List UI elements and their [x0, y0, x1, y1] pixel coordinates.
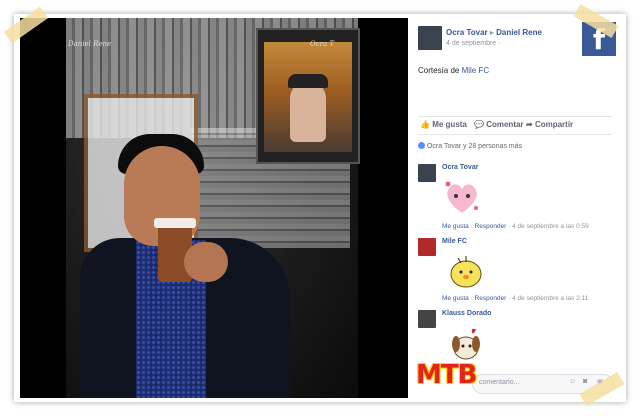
photo-viewer[interactable]: Daniel Rene Ocra T [20, 18, 408, 398]
share-icon: ➦ [526, 120, 533, 129]
commenter-avatar[interactable] [418, 310, 436, 328]
arrow-icon: ▸ [489, 28, 494, 37]
heart-sticker-icon [442, 178, 482, 218]
like-button[interactable]: 👍 Me gusta [420, 120, 467, 129]
comment-meta: Me gusta · Responder · 4 de septiembre a… [442, 223, 589, 230]
mention-link[interactable]: Mile FC [462, 66, 490, 75]
post-date[interactable]: 4 de septiembre · [446, 40, 501, 47]
coffee-cup-lid [154, 218, 196, 228]
watermark-right: Ocra T [310, 40, 335, 48]
author-avatar[interactable] [418, 26, 442, 50]
facebook-post-panel: Ocra Tovar ▸ Daniel Rene 4 de septiembre… [412, 18, 618, 398]
author-link[interactable]: Ocra Tovar [446, 28, 488, 37]
camera-icon[interactable]: ◙ [583, 378, 587, 385]
like-reaction-icon [418, 142, 425, 149]
man-hand [184, 242, 228, 282]
commenter-name[interactable]: Ocra Tovar [442, 164, 478, 171]
comment-meta: Me gusta · Responder · 4 de septiembre a… [442, 295, 589, 302]
target-link[interactable]: Daniel Rene [496, 28, 542, 37]
commenter-avatar[interactable] [418, 238, 436, 256]
emoji-icon[interactable]: ☺ [569, 378, 576, 385]
tv-person [290, 82, 326, 142]
post-actions: 👍 Me gusta 💬 Comentar ➦ Compartir [418, 116, 612, 135]
tv-screen [256, 28, 360, 164]
share-button[interactable]: ➦ Compartir [526, 120, 573, 129]
post-header: Ocra Tovar ▸ Daniel Rene 4 de septiembre… [418, 22, 616, 56]
commenter-name[interactable]: Klauss Dorado [442, 310, 491, 317]
comment-button[interactable]: 💬 Comentar [474, 120, 524, 129]
watermark-left: Daniel Rene [68, 40, 112, 48]
chick-sticker-icon [446, 250, 486, 290]
dog-sticker-icon [446, 324, 486, 364]
post-names: Ocra Tovar ▸ Daniel Rene [446, 28, 542, 37]
comment-item: Ocra Tovar Me gusta · Responder · 4 de s… [418, 164, 614, 234]
reaction-summary[interactable]: Ocra Tovar y 28 personas más [418, 142, 522, 150]
commenter-avatar[interactable] [418, 164, 436, 182]
comment-item: Mile FC Me gusta · Responder · 4 de sept… [418, 238, 614, 308]
tv-hat [288, 74, 328, 88]
post-description: Cortesía de Mile FC [418, 66, 490, 75]
comment-icon: 💬 [474, 120, 484, 129]
commenter-name[interactable]: Mile FC [442, 238, 467, 245]
mtb-logo: MTB [416, 360, 477, 390]
like-icon: 👍 [420, 120, 430, 129]
